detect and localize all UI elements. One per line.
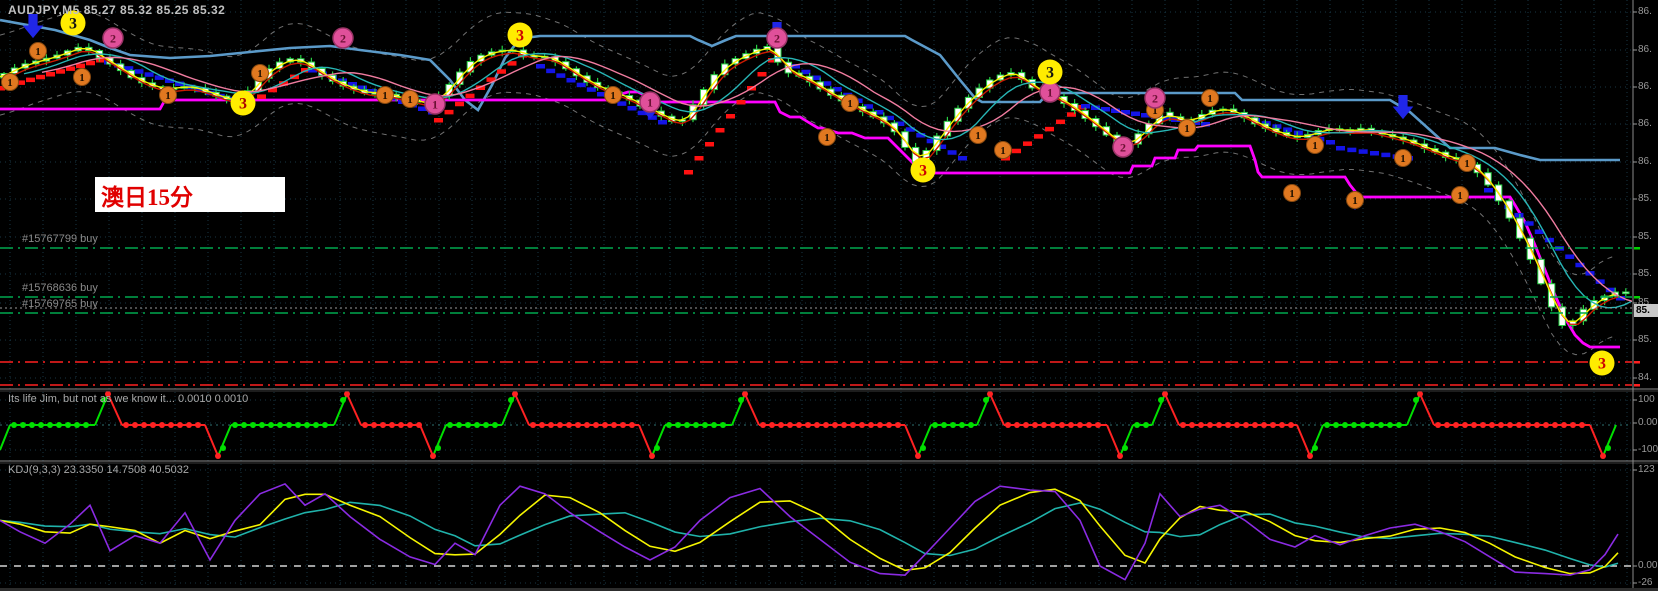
price-axis-label: 85. <box>1638 193 1652 204</box>
svg-text:1: 1 <box>1047 86 1053 100</box>
trade-level-lines <box>0 247 1632 386</box>
svg-text:2: 2 <box>774 32 780 46</box>
svg-text:1: 1 <box>1464 158 1470 170</box>
price-axis-label: 86. <box>1638 118 1652 129</box>
svg-text:1: 1 <box>382 90 388 102</box>
price-axis-label: 85. <box>1638 231 1652 242</box>
svg-text:1: 1 <box>1352 195 1358 207</box>
svg-text:1: 1 <box>824 132 830 144</box>
panel3-axis-label: -26 <box>1638 577 1653 588</box>
svg-text:3: 3 <box>69 16 77 33</box>
price-axis-label: 86. <box>1638 156 1652 167</box>
price-axis-label: 85. <box>1638 334 1652 345</box>
svg-text:3: 3 <box>239 96 247 113</box>
current-price-box: 85. <box>1634 304 1658 317</box>
panel3-axis-label: 123 <box>1638 464 1655 475</box>
svg-text:1: 1 <box>975 130 981 142</box>
svg-text:1: 1 <box>1457 190 1463 202</box>
svg-text:1: 1 <box>1000 145 1006 157</box>
svg-text:1: 1 <box>1207 93 1213 105</box>
svg-text:1: 1 <box>35 46 41 58</box>
price-axis-label: 85. <box>1638 268 1652 279</box>
svg-text:1: 1 <box>647 96 653 110</box>
svg-text:2: 2 <box>110 32 116 46</box>
svg-text:1: 1 <box>1184 123 1190 135</box>
price-axis-label: 86. <box>1638 81 1652 92</box>
price-axis-label: 84. <box>1638 372 1652 383</box>
panel2-axis-label: 100 <box>1638 394 1655 405</box>
watermark-label: 澳日15分 <box>95 177 285 212</box>
order-line-label: #15767799 buy <box>22 233 98 245</box>
svg-text:2: 2 <box>1152 92 1158 106</box>
grid <box>0 0 1632 588</box>
panel2-axis-label: -100 <box>1638 444 1658 455</box>
order-line-label: #15768636 buy <box>22 282 98 294</box>
svg-text:3: 3 <box>1046 65 1054 82</box>
svg-text:1: 1 <box>79 72 85 84</box>
svg-text:2: 2 <box>340 32 346 46</box>
svg-text:1: 1 <box>1312 140 1318 152</box>
svg-text:1: 1 <box>407 94 413 106</box>
price-axis-label: 86. <box>1638 44 1652 55</box>
svg-text:3: 3 <box>516 28 524 45</box>
svg-text:3: 3 <box>1598 356 1606 373</box>
indicator-label-its-life-jim: Its life Jim, but not as we know it... 0… <box>8 393 249 405</box>
indicator-label-kdj: KDJ(9,3,3) 23.3350 14.7508 40.5032 <box>8 464 190 476</box>
svg-text:1: 1 <box>610 90 616 102</box>
mt4-chart-window: 11111111111111111111122112122333333 AUDJ… <box>0 0 1658 591</box>
watermark-text: 澳日15分 <box>101 184 193 210</box>
svg-text:1: 1 <box>1400 153 1406 165</box>
svg-text:1: 1 <box>432 98 438 112</box>
panel3-kdj <box>0 482 1632 581</box>
chart-plot-area[interactable]: 111111 1 111111111111112 21 12122333333 <box>0 0 1658 591</box>
svg-text:3: 3 <box>919 163 927 180</box>
svg-text:1: 1 <box>7 77 13 89</box>
price-axis-label: 86. <box>1638 6 1652 17</box>
svg-text:1: 1 <box>1289 188 1295 200</box>
panel2-axis-label: 0.00 <box>1638 417 1658 428</box>
svg-text:1: 1 <box>165 90 171 102</box>
svg-text:1: 1 <box>847 98 853 110</box>
order-line-label: #15769765 buy <box>22 298 98 310</box>
chart-symbol-title: AUDJPY,M5 85.27 85.32 85.25 85.32 <box>8 3 226 17</box>
panel3-axis-label: 0.00 <box>1638 560 1658 571</box>
svg-text:2: 2 <box>1120 141 1126 155</box>
svg-text:1: 1 <box>257 68 263 80</box>
